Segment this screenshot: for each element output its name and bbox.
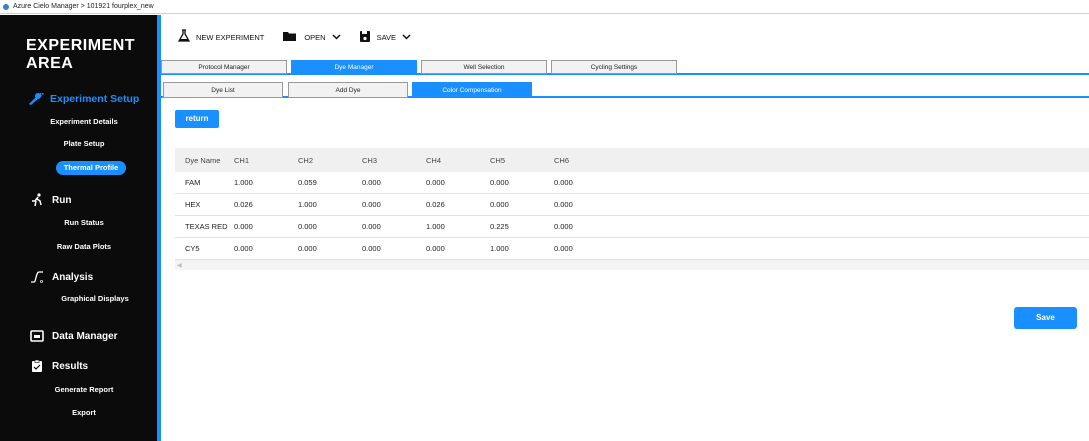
table-cell: 0.000 — [298, 244, 317, 253]
table-row[interactable]: CY5 0.000 0.000 0.000 0.000 1.000 0.000 — [175, 238, 1089, 260]
column-header: CH6 — [554, 155, 570, 165]
open-label: OPEN — [304, 32, 326, 42]
column-header: CH2 — [298, 155, 314, 165]
tab-cycling-settings[interactable]: Cycling Settings — [551, 60, 677, 74]
sidebar-section-analysis[interactable]: o Analysis — [30, 270, 94, 285]
table-cell: 0.000 — [298, 222, 317, 231]
column-header: CH4 — [426, 155, 442, 165]
sidebar-item-export[interactable]: Export — [38, 406, 130, 420]
save-button[interactable]: Save — [1014, 307, 1077, 329]
column-header: CH3 — [362, 155, 378, 165]
area-title-line2: AREA — [26, 55, 74, 72]
save-menu-button[interactable]: SAVE — [359, 30, 411, 45]
table-cell: 0.000 — [554, 244, 573, 253]
sidebar-section-experiment-setup[interactable]: Experiment Setup — [28, 92, 139, 106]
horizontal-scrollbar[interactable]: ◀ — [175, 260, 1089, 270]
table-cell: 0.225 — [490, 222, 509, 231]
table-cell: 1.000 — [490, 244, 509, 253]
table-cell: 0.000 — [426, 244, 445, 253]
table-row[interactable]: TEXAS RED 0.000 0.000 0.000 1.000 0.225 … — [175, 216, 1089, 238]
column-header: CH5 — [490, 155, 506, 165]
table-cell: 0.000 — [490, 200, 509, 209]
window-title: Azure Cielo Manager > 101921 fourplex_ne… — [13, 3, 154, 10]
sidebar-section-results[interactable]: Results — [30, 359, 88, 373]
sidebar-accent-bar — [157, 15, 161, 441]
sidebar-item-thermal-profile[interactable]: Thermal Profile — [56, 161, 126, 175]
table-cell: 0.000 — [234, 222, 253, 231]
chevron-down-icon — [402, 33, 411, 42]
table-row[interactable]: FAM 1.000 0.059 0.000 0.000 0.000 0.000 — [175, 172, 1089, 194]
save-icon — [359, 30, 371, 45]
main-tabs: Protocol Manager Dye Manager Well Select… — [161, 59, 1089, 75]
folder-icon — [30, 329, 44, 343]
area-title-line1: EXPERIMENT — [26, 37, 136, 54]
folder-open-icon — [282, 30, 298, 44]
curve-icon: o — [30, 270, 44, 285]
area-title: EXPERIMENT AREA — [26, 37, 135, 73]
scroll-left-icon[interactable]: ◀ — [177, 262, 182, 269]
sidebar-item-raw-data-plots[interactable]: Raw Data Plots — [38, 240, 130, 254]
wrench-icon — [28, 92, 44, 106]
new-experiment-button[interactable]: NEW EXPERIMENT — [177, 29, 265, 45]
dye-name-cell: FAM — [185, 178, 201, 187]
column-header: Dye Name — [185, 155, 221, 165]
sidebar-section-run[interactable]: Run — [30, 193, 71, 207]
sidebar-item-generate-report[interactable]: Generate Report — [38, 383, 130, 397]
return-button[interactable]: return — [175, 110, 219, 128]
sidebar-section-data-manager[interactable]: Data Manager — [30, 329, 118, 343]
tab-protocol-manager[interactable]: Protocol Manager — [161, 60, 287, 74]
tab-add-dye[interactable]: Add Dye — [288, 82, 408, 98]
tab-dye-manager[interactable]: Dye Manager — [291, 60, 417, 74]
open-button[interactable]: OPEN — [282, 30, 341, 44]
tab-color-compensation[interactable]: Color Compensation — [412, 82, 532, 98]
new-experiment-label: NEW EXPERIMENT — [196, 32, 265, 42]
table-row[interactable]: HEX 0.026 1.000 0.000 0.026 0.000 0.000 — [175, 194, 1089, 216]
sidebar-item-graphical-displays[interactable]: Graphical Displays — [40, 292, 150, 306]
dye-name-cell: CY5 — [185, 244, 200, 253]
table-cell: 0.000 — [490, 178, 509, 187]
column-header: CH1 — [234, 155, 250, 165]
save-menu-label: SAVE — [376, 32, 397, 42]
sidebar-section-label: Results — [52, 360, 89, 372]
window-titlebar: Azure Cielo Manager > 101921 fourplex_ne… — [0, 0, 1089, 14]
dye-name-cell: HEX — [185, 200, 201, 209]
table-cell: 0.000 — [362, 222, 381, 231]
sidebar-item-run-status[interactable]: Run Status — [38, 216, 130, 230]
runner-icon — [30, 193, 44, 207]
table-cell: 0.000 — [554, 200, 573, 209]
toolbar: NEW EXPERIMENT OPEN SAVE — [161, 15, 1089, 59]
sidebar: EXPERIMENT AREA Experiment Setup Experim… — [0, 15, 157, 441]
table-cell: 1.000 — [298, 200, 317, 209]
dye-name-cell: TEXAS RED — [185, 222, 228, 231]
table-cell: 0.026 — [426, 200, 445, 209]
sidebar-item-experiment-details[interactable]: Experiment Details — [38, 115, 130, 129]
clipboard-icon — [30, 359, 44, 373]
table-cell: 1.000 — [234, 178, 253, 187]
table-cell: 0.000 — [554, 178, 573, 187]
table-cell: 0.000 — [362, 244, 381, 253]
flask-icon — [177, 29, 191, 45]
sidebar-section-label: Run — [52, 194, 72, 206]
svg-text:o: o — [40, 279, 43, 284]
table-cell: 0.026 — [234, 200, 253, 209]
app-icon — [3, 3, 9, 10]
sidebar-section-label: Analysis — [52, 271, 94, 283]
table-cell: 0.000 — [362, 178, 381, 187]
table-cell: 0.000 — [234, 244, 253, 253]
table-cell: 1.000 — [426, 222, 445, 231]
sidebar-section-label: Experiment Setup — [50, 93, 140, 105]
table-cell: 0.000 — [362, 200, 381, 209]
table-cell: 0.000 — [426, 178, 445, 187]
color-compensation-table: Dye Name CH1 CH2 CH3 CH4 CH5 CH6 FAM 1.0… — [175, 148, 1089, 270]
chevron-down-icon — [332, 33, 341, 42]
tab-well-selection[interactable]: Well Selection — [421, 60, 547, 74]
table-header: Dye Name CH1 CH2 CH3 CH4 CH5 CH6 — [175, 148, 1089, 172]
table-cell: 0.000 — [554, 222, 573, 231]
sidebar-section-label: Data Manager — [52, 330, 118, 342]
sub-tabs: Dye List Add Dye Color Compensation — [161, 80, 1089, 98]
tab-dye-list[interactable]: Dye List — [163, 82, 283, 98]
table-cell: 0.059 — [298, 178, 317, 187]
sidebar-item-plate-setup[interactable]: Plate Setup — [38, 137, 130, 151]
